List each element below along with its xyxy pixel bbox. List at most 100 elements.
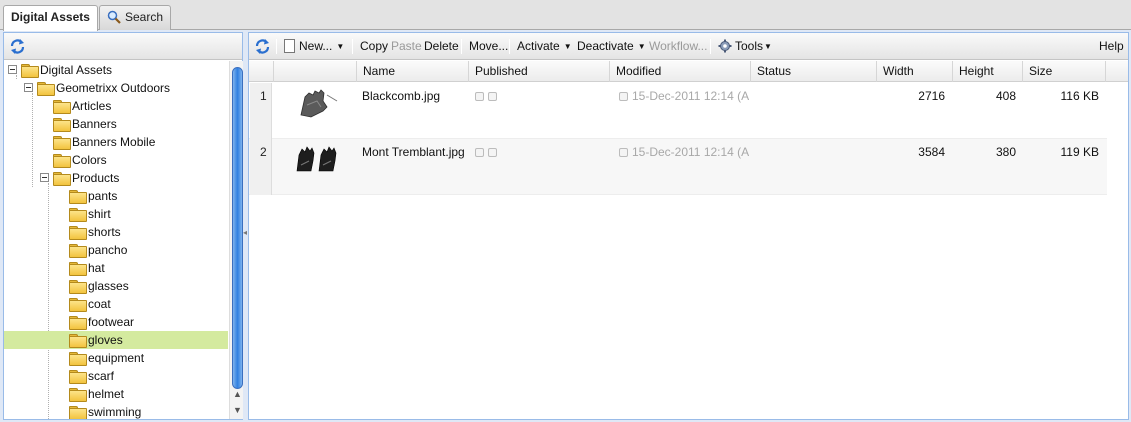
folder-open-icon [37, 82, 55, 96]
dropdown-arrow-icon: ▼ [637, 42, 646, 51]
glove-thumbnail-image [296, 146, 337, 172]
folder-icon [69, 406, 87, 419]
folder-open-icon [53, 172, 71, 186]
tools-button[interactable]: Tools▼ [718, 33, 772, 60]
column-header-height[interactable]: Height [952, 61, 1022, 82]
size-cell: 119 KB [1060, 145, 1099, 159]
refresh-icon[interactable] [9, 38, 26, 55]
width-cell: 2716 [918, 89, 945, 103]
scroll-down-icon[interactable]: ▼ [233, 405, 242, 415]
tab-search[interactable]: Search [99, 5, 172, 30]
folder-icon [69, 334, 87, 348]
refresh-icon[interactable] [254, 38, 271, 55]
delete-button[interactable]: Delete [424, 33, 459, 60]
folder-tree: Digital Assets Geometrixx Outdoors Artic… [4, 61, 228, 419]
published-indicators [475, 145, 501, 159]
folder-icon [69, 388, 87, 402]
tree-node-swimming[interactable]: swimming [4, 403, 228, 419]
tree-node-hat[interactable]: hat [4, 259, 228, 277]
column-header-status[interactable]: Status [750, 61, 876, 82]
tree-node-gloves[interactable]: gloves [4, 331, 228, 349]
column-header-published[interactable]: Published [468, 61, 609, 82]
deactivate-button[interactable]: Deactivate ▼ [577, 33, 646, 60]
asset-name[interactable]: Mont Tremblant.jpg [362, 145, 465, 159]
height-cell: 380 [995, 145, 1016, 159]
collapse-icon[interactable] [8, 65, 17, 74]
tree-scrollbar[interactable]: ▲ ▼ [229, 61, 243, 419]
dropdown-arrow-icon: ▼ [563, 42, 572, 51]
tree-node-pancho[interactable]: pancho [4, 241, 228, 259]
modified-cell: 15-Dec-2011 12:14 (Adr [619, 89, 749, 103]
tree-node-equipment[interactable]: equipment [4, 349, 228, 367]
column-header-size[interactable]: Size [1022, 61, 1106, 82]
dropdown-arrow-icon: ▼ [764, 42, 772, 51]
folder-icon [69, 316, 87, 330]
gear-icon [718, 39, 732, 53]
modified-cell: 15-Dec-2011 12:14 (Adr [619, 145, 749, 159]
asset-toolbar: New... ▼ Copy Paste Delete Move... Activa… [249, 33, 1128, 60]
tree-node-shorts[interactable]: shorts [4, 223, 228, 241]
grid-header: Name Published Modified Status Width Hei… [249, 61, 1128, 82]
folder-open-icon [21, 64, 39, 78]
table-row[interactable]: 2 Mont Tremblant.jpg 15-Dec-2011 12:14 (… [249, 139, 1107, 195]
folder-icon [69, 226, 87, 240]
tree-panel: Digital Assets Geometrixx Outdoors Artic… [3, 32, 243, 420]
move-button[interactable]: Move... [469, 33, 508, 60]
published-indicators [475, 89, 501, 103]
copy-button[interactable]: Copy [360, 33, 388, 60]
folder-icon [69, 280, 87, 294]
help-button[interactable]: Help [1099, 33, 1124, 60]
folder-icon [69, 190, 87, 204]
folder-icon [69, 298, 87, 312]
tree-node-colors[interactable]: Colors [4, 151, 228, 169]
tree-node-banners[interactable]: Banners [4, 115, 228, 133]
asset-name[interactable]: Blackcomb.jpg [362, 89, 440, 103]
published-checkbox [475, 92, 484, 101]
column-header-modified[interactable]: Modified [609, 61, 750, 82]
tree-node-scarf[interactable]: scarf [4, 367, 228, 385]
thumbnail-column-header [273, 61, 356, 82]
tree-node-footwear[interactable]: footwear [4, 313, 228, 331]
folder-icon [53, 136, 71, 150]
published-checkbox [475, 148, 484, 157]
scrollbar-thumb[interactable] [232, 67, 243, 389]
tree-node-articles[interactable]: Articles [4, 97, 228, 115]
table-row[interactable]: 1 Blackcomb.jpg 15-Dec-2011 12:14 (Adr 2… [249, 83, 1107, 139]
modified-checkbox [619, 92, 628, 101]
folder-icon [53, 118, 71, 132]
glove-thumbnail-image [300, 89, 338, 118]
folder-icon [53, 100, 71, 114]
tree-node-products[interactable]: Products [4, 169, 228, 187]
activate-button[interactable]: Activate ▼ [517, 33, 572, 60]
width-cell: 3584 [918, 145, 945, 159]
folder-icon [69, 244, 87, 258]
tree-node-pants[interactable]: pants [4, 187, 228, 205]
tree-node-geometrixx-outdoors[interactable]: Geometrixx Outdoors [4, 79, 228, 97]
tree-node-helmet[interactable]: helmet [4, 385, 228, 403]
tree-node-glasses[interactable]: glasses [4, 277, 228, 295]
new-document-icon [284, 39, 295, 53]
size-cell: 116 KB [1060, 89, 1099, 103]
folder-icon [53, 154, 71, 168]
tree-node-shirt[interactable]: shirt [4, 205, 228, 223]
tab-digital-assets[interactable]: Digital Assets [3, 5, 98, 31]
tab-label: Digital Assets [11, 10, 90, 24]
column-header-name[interactable]: Name [356, 61, 468, 82]
tab-strip: Digital Assets Search [0, 0, 1131, 31]
folder-icon [69, 262, 87, 276]
tree-node-digital-assets[interactable]: Digital Assets [4, 61, 228, 79]
dropdown-arrow-icon: ▼ [336, 42, 345, 51]
asset-panel: New... ▼ Copy Paste Delete Move... Activa… [248, 32, 1129, 420]
column-header-width[interactable]: Width [876, 61, 952, 82]
paste-button[interactable]: Paste [391, 33, 422, 60]
scroll-up-icon[interactable]: ▲ [233, 389, 242, 399]
workflow-button[interactable]: Workflow... [649, 33, 707, 60]
collapse-icon[interactable] [40, 173, 49, 182]
height-cell: 408 [995, 89, 1016, 103]
tree-node-coat[interactable]: coat [4, 295, 228, 313]
new-button[interactable]: New... ▼ [284, 33, 344, 60]
tree-node-banners-mobile[interactable]: Banners Mobile [4, 133, 228, 151]
tree-toolbar [4, 33, 242, 60]
collapse-left-icon[interactable]: ◂ [243, 228, 247, 237]
collapse-icon[interactable] [24, 83, 33, 92]
